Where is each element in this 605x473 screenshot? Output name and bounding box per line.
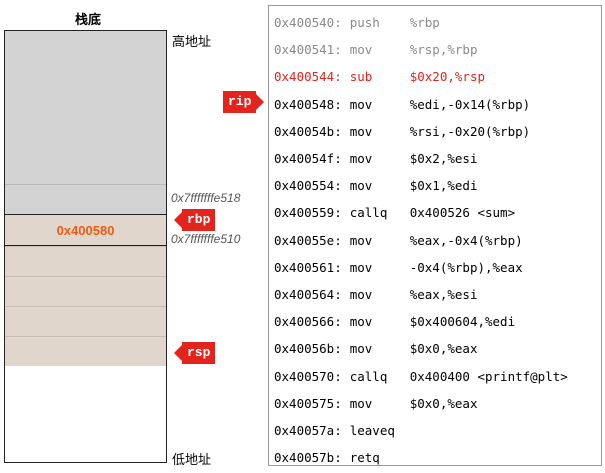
asm-address: 0x400548:	[274, 96, 342, 112]
disassembly-panel: 0x400540: push %rbp 0x400541: mov %rsp,%rbp 0x…	[268, 5, 602, 466]
asm-line: 0x40056b: mov $0x0,%eax	[274, 341, 477, 356]
asm-operands: $0x20,%rsp	[409, 69, 485, 85]
asm-mnemonic: callq	[349, 368, 388, 384]
asm-mnemonic: mov	[349, 287, 373, 302]
asm-address: 0x400541:	[274, 42, 342, 58]
asm-mnemonic: mov	[349, 151, 373, 166]
asm-operands: 0x400526 <sum>	[409, 205, 516, 221]
asm-operands: %edi,-0x14(%rbp)	[409, 96, 531, 112]
asm-address: 0x400566:	[274, 314, 342, 330]
asm-line: 0x400548: mov %edi,-0x14(%rbp)	[274, 97, 530, 112]
asm-line: 0x40054b: mov %rsi,-0x20(%rbp)	[274, 124, 530, 139]
asm-line: 0x400564: mov %eax,%esi	[274, 287, 477, 302]
asm-mnemonic: retq	[349, 450, 380, 466]
saved-rbp-value: 0x400580	[56, 222, 115, 238]
asm-line: 0x40057b: retq	[274, 450, 410, 465]
asm-address: 0x400554:	[274, 178, 342, 194]
asm-mnemonic: mov	[349, 259, 373, 275]
rsp-pointer-tag: rsp	[173, 342, 216, 364]
stack-cell-frame-1	[5, 246, 166, 276]
asm-address: 0x400544:	[274, 69, 342, 85]
asm-line: 0x40055e: mov %eax,-0x4(%rbp)	[274, 233, 523, 248]
address-upper-label: 0x7fffffffe518	[171, 191, 241, 205]
rbp-pointer-tag: rbp	[173, 209, 216, 231]
asm-line: 0x400541: mov %rsp,%rbp	[274, 42, 477, 57]
asm-line: 0x400559: callq 0x400526 <sum>	[274, 205, 515, 220]
asm-mnemonic: leaveq	[349, 423, 395, 438]
asm-mnemonic: mov	[349, 395, 373, 411]
asm-line: 0x400544: sub $0x20,%rsp	[274, 69, 485, 84]
asm-address: 0x400561:	[274, 259, 342, 275]
asm-operands: $0x400604,%edi	[409, 314, 516, 330]
asm-address: 0x40054f:	[274, 151, 342, 166]
asm-address: 0x400570:	[274, 368, 342, 384]
asm-operands: %rsp,%rbp	[409, 42, 478, 58]
asm-address: 0x400575:	[274, 395, 342, 411]
stack-cell-saved-rbp: 0x400580	[5, 214, 166, 246]
asm-operands: $0x1,%edi	[409, 178, 478, 194]
asm-address: 0x40056b:	[274, 341, 342, 357]
stack-region-caller	[5, 31, 166, 184]
asm-address: 0x40057b:	[274, 450, 342, 466]
asm-mnemonic: mov	[349, 232, 373, 248]
asm-operands: $0x2,%esi	[409, 151, 478, 166]
rip-pointer-tag: rip	[223, 91, 265, 113]
asm-address: 0x400540:	[274, 15, 342, 30]
stack-cell-frame-2	[5, 276, 166, 306]
asm-operands: %eax,-0x4(%rbp)	[409, 232, 523, 248]
asm-line: 0x400561: mov -0x4(%rbp),%eax	[274, 260, 523, 275]
asm-operands: $0x0,%eax	[409, 395, 478, 411]
asm-operands: %rsi,-0x20(%rbp)	[409, 123, 531, 139]
asm-line: 0x400540: push %rbp	[274, 15, 440, 30]
asm-mnemonic: mov	[349, 96, 373, 112]
asm-mnemonic: mov	[349, 314, 373, 330]
asm-mnemonic: mov	[349, 178, 373, 194]
asm-operands: $0x0,%eax	[409, 341, 478, 357]
asm-line: 0x40054f: mov $0x2,%esi	[274, 151, 477, 166]
asm-line: 0x400554: mov $0x1,%edi	[274, 178, 477, 193]
asm-address: 0x400564:	[274, 287, 342, 302]
low-address-label: 低地址	[172, 452, 212, 467]
asm-operands: 0x400400 <printf@plt>	[409, 368, 568, 384]
asm-address: 0x40057a:	[274, 423, 342, 438]
asm-mnemonic: mov	[349, 42, 373, 58]
address-lower-label: 0x7fffffffe510	[171, 232, 241, 246]
stack-cell-frame-3	[5, 306, 166, 336]
asm-operands: %eax,%esi	[409, 287, 478, 302]
asm-operands: -0x4(%rbp),%eax	[409, 259, 523, 275]
stack-bottom-title: 栈底	[75, 12, 102, 27]
asm-operands: %rbp	[409, 15, 440, 30]
asm-mnemonic: callq	[349, 205, 388, 221]
asm-mnemonic: mov	[349, 123, 373, 139]
asm-line: 0x400570: callq 0x400400 <printf@plt>	[274, 369, 568, 384]
high-address-label: 高地址	[172, 34, 212, 49]
asm-mnemonic: push	[349, 15, 380, 30]
asm-address: 0x40055e:	[274, 232, 342, 248]
stack-cell-frame-4	[5, 336, 166, 366]
stack-cell-return-address	[5, 184, 166, 214]
asm-mnemonic: sub	[349, 69, 373, 85]
asm-address: 0x40054b:	[274, 123, 342, 139]
asm-line: 0x400566: mov $0x400604,%edi	[274, 314, 515, 329]
asm-line: 0x40057a: leaveq	[274, 423, 410, 438]
asm-line: 0x400575: mov $0x0,%eax	[274, 396, 477, 411]
stack-diagram: 0x400580	[4, 30, 167, 463]
asm-address: 0x400559:	[274, 205, 342, 221]
asm-mnemonic: mov	[349, 341, 373, 357]
